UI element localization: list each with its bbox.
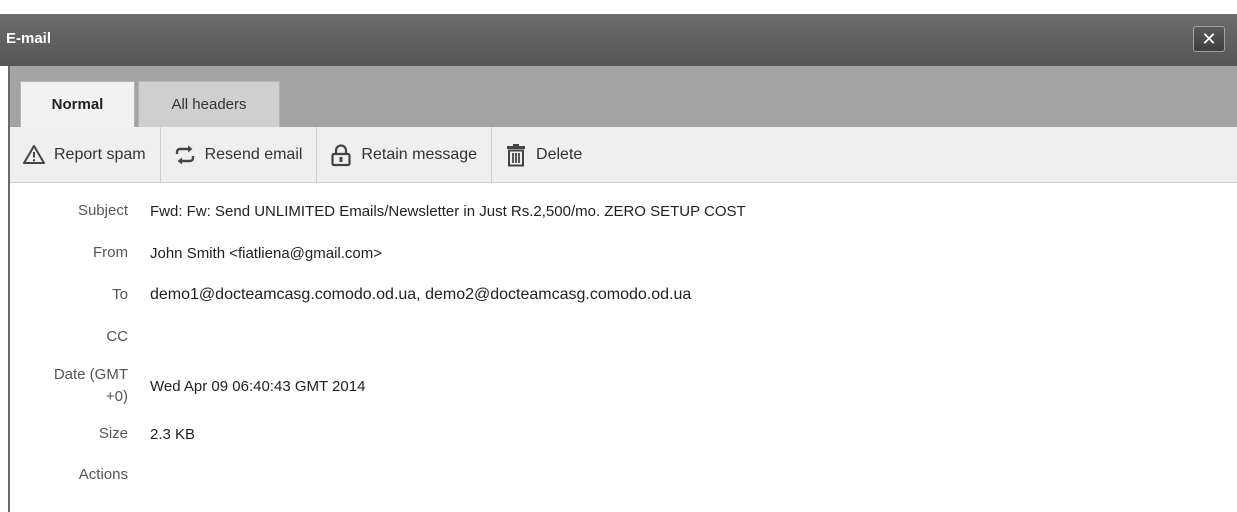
report-spam-label: Report spam xyxy=(54,145,146,163)
dialog-body: Normal All headers Report spam Resend em… xyxy=(8,66,1237,512)
size-row: Size 2.3 KB xyxy=(10,423,1237,445)
size-label: Size xyxy=(98,425,128,442)
tab-strip: Normal All headers xyxy=(10,66,1237,127)
to-label: To xyxy=(112,286,128,303)
date-label-line1: Date (GMT xyxy=(53,366,128,383)
cc-label: CC xyxy=(106,328,128,345)
delete-label: Delete xyxy=(536,145,583,163)
close-icon: ✕ xyxy=(1201,28,1217,49)
from-label: From xyxy=(93,244,128,261)
subject-row: Subject Fwd: Fw: Send UNLIMITED Emails/N… xyxy=(10,200,1237,222)
date-row: Date (GMT +0) Wed Apr 09 06:40:43 GMT 20… xyxy=(10,361,1237,411)
to-value: demo1@docteamcasg.comodo.od.ua, demo2@do… xyxy=(150,286,692,303)
delete-button[interactable]: Delete xyxy=(492,127,596,183)
size-value: 2.3 KB xyxy=(150,425,196,443)
close-button[interactable]: ✕ xyxy=(1193,26,1225,52)
date-label: Date (GMT +0) xyxy=(10,364,128,408)
warning-icon xyxy=(22,143,46,167)
to-row: To demo1@docteamcasg.comodo.od.ua, demo2… xyxy=(10,284,1237,306)
email-dialog: E-mail ✕ Normal All headers Report spam xyxy=(0,0,1237,512)
cc-row: CC xyxy=(10,326,1237,348)
trash-icon xyxy=(504,143,528,167)
from-row: From John Smith <fiatliena@gmail.com> xyxy=(10,242,1237,264)
subject-value: Fwd: Fw: Send UNLIMITED Emails/Newslette… xyxy=(150,202,746,220)
dialog-title: E-mail xyxy=(6,30,52,47)
retain-message-button[interactable]: Retain message xyxy=(317,126,493,183)
actions-label: Actions xyxy=(78,466,128,483)
title-bar[interactable]: E-mail ✕ xyxy=(0,14,1237,66)
resend-icon xyxy=(173,143,197,167)
actions-row: Actions xyxy=(10,464,1237,486)
lock-icon xyxy=(329,143,353,167)
subject-label: Subject xyxy=(77,202,128,219)
date-value: Wed Apr 09 06:40:43 GMT 2014 xyxy=(150,377,366,395)
report-spam-button[interactable]: Report spam xyxy=(10,126,161,183)
retain-message-label: Retain message xyxy=(361,145,478,163)
resend-email-button[interactable]: Resend email xyxy=(161,126,318,183)
date-label-line2: +0) xyxy=(105,388,128,405)
from-value: John Smith <fiatliena@gmail.com> xyxy=(150,244,383,262)
tab-normal[interactable]: Normal xyxy=(20,81,135,127)
toolbar: Report spam Resend email Retain message … xyxy=(10,126,1237,183)
resend-email-label: Resend email xyxy=(204,145,303,163)
tab-all-headers[interactable]: All headers xyxy=(138,81,280,127)
